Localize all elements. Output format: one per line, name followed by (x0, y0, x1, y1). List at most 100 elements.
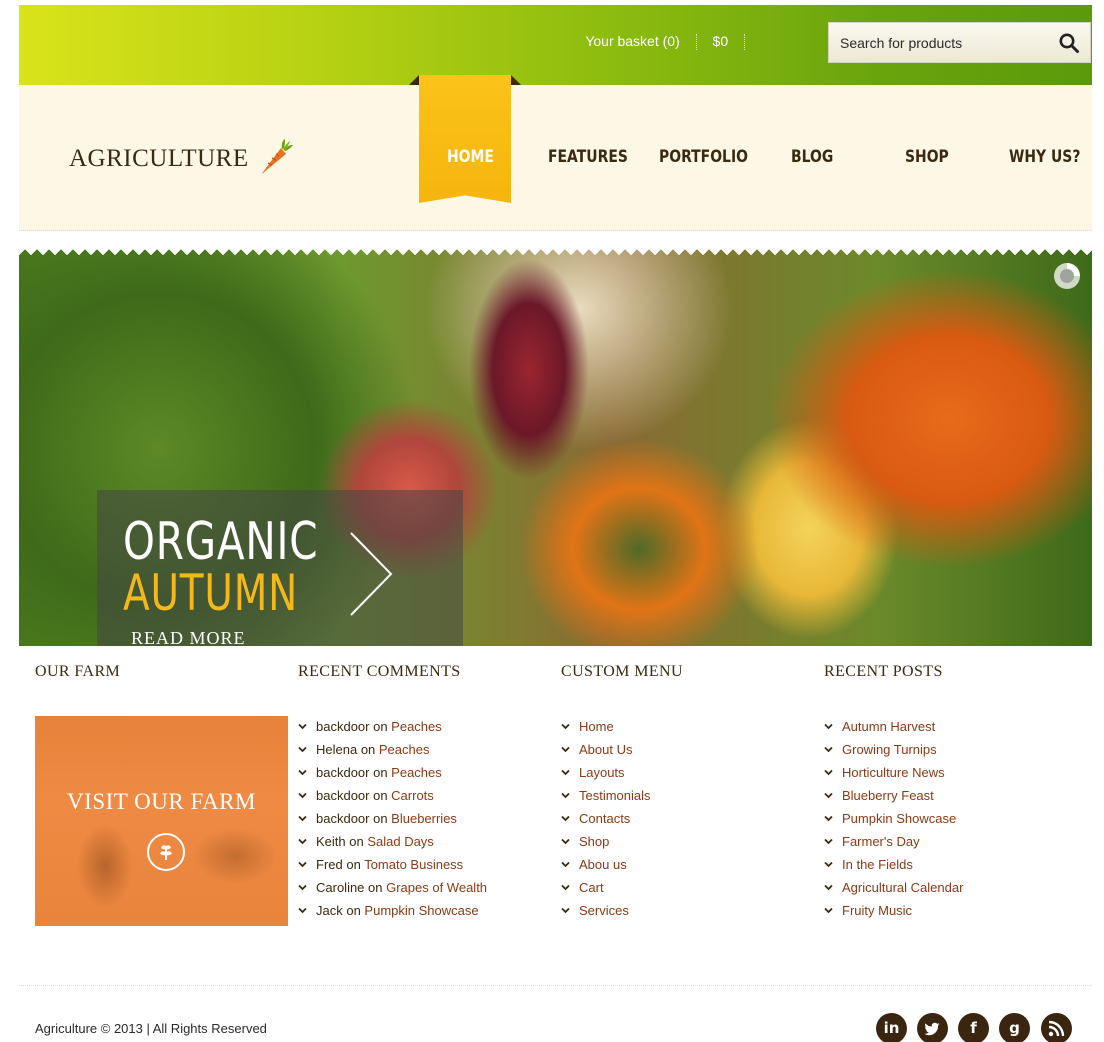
chevron-down-icon (298, 831, 307, 845)
chevron-down-icon (561, 762, 570, 776)
menu-link[interactable]: Home (579, 719, 614, 734)
comment-author: backdoor (316, 719, 370, 734)
menu-link[interactable]: Shop (579, 834, 609, 849)
comment-post-link[interactable]: Pumpkin Showcase (364, 903, 478, 918)
post-item: Pumpkin Showcase (824, 808, 963, 831)
comment-post-link[interactable]: Grapes of Wealth (386, 880, 487, 895)
comment-item: Helena on Peaches (298, 739, 487, 762)
slide-caption: ORGANIC AUTUMN READ MORE (97, 490, 463, 646)
linkedin-icon[interactable]: in (876, 1013, 907, 1042)
post-item: Growing Turnips (824, 739, 963, 762)
comment-on-text: on (345, 834, 368, 849)
comment-item: backdoor on Carrots (298, 785, 487, 808)
menu-link[interactable]: About Us (579, 742, 632, 757)
comment-item: Keith on Salad Days (298, 831, 487, 854)
comment-author: Helena (316, 742, 358, 757)
post-link[interactable]: Growing Turnips (842, 742, 937, 757)
carrot-icon (262, 139, 294, 174)
comment-post-link[interactable]: Peaches (379, 742, 430, 757)
chevron-down-icon (298, 854, 307, 868)
chevron-down-icon (298, 900, 307, 914)
google-plus-icon[interactable]: g (999, 1013, 1030, 1042)
facebook-icon[interactable]: f (958, 1013, 989, 1042)
menu-item: Shop (561, 831, 651, 854)
comment-post-link[interactable]: Salad Days (367, 834, 433, 849)
chevron-down-icon (298, 877, 307, 891)
comment-author: backdoor (316, 765, 370, 780)
basket-total[interactable]: $0 (713, 33, 729, 49)
post-link[interactable]: Blueberry Feast (842, 788, 934, 803)
menu-item: Home (561, 716, 651, 739)
nav-item-blog[interactable]: BLOG (791, 147, 833, 167)
visit-farm-banner[interactable]: VISIT OUR FARM (35, 716, 288, 926)
active-ribbon (419, 75, 511, 203)
menu-link[interactable]: Contacts (579, 811, 630, 826)
post-item: In the Fields (824, 854, 963, 877)
comment-post-link[interactable]: Peaches (391, 765, 442, 780)
post-item: Agricultural Calendar (824, 877, 963, 900)
site-header: AGRICULTURE HOME FEATURES PORTFOLIO BLOG… (19, 75, 1092, 231)
comment-author: backdoor (316, 788, 370, 803)
chevron-down-icon (824, 831, 833, 845)
comment-on-text: on (342, 857, 365, 872)
hero-slider[interactable]: ORGANIC AUTUMN READ MORE (19, 249, 1092, 646)
search-icon[interactable] (1058, 32, 1080, 54)
chevron-right-icon[interactable] (347, 529, 397, 619)
slide-title-line1: ORGANIC (123, 512, 319, 572)
chevron-down-icon (824, 854, 833, 868)
comment-post-link[interactable]: Blueberries (391, 811, 457, 826)
nav-item-why-us[interactable]: WHY US? (1009, 147, 1080, 167)
comment-on-text: on (357, 742, 379, 757)
chevron-down-icon (824, 785, 833, 799)
read-more-link[interactable]: READ MORE (131, 628, 246, 646)
comment-post-link[interactable]: Carrots (391, 788, 434, 803)
comment-post-link[interactable]: Tomato Business (364, 857, 463, 872)
menu-link[interactable]: Services (579, 903, 629, 918)
chevron-down-icon (561, 831, 570, 845)
basket-divider-right (744, 34, 745, 51)
post-link[interactable]: Agricultural Calendar (842, 880, 963, 895)
search-input[interactable] (829, 23, 1049, 62)
post-link[interactable]: Horticulture News (842, 765, 945, 780)
post-link[interactable]: Farmer's Day (842, 834, 920, 849)
chevron-down-icon (561, 808, 570, 822)
comment-on-text: on (369, 765, 392, 780)
post-link[interactable]: Fruity Music (842, 903, 912, 918)
post-item: Blueberry Feast (824, 785, 963, 808)
comment-item: backdoor on Peaches (298, 762, 487, 785)
comment-post-link[interactable]: Peaches (391, 719, 442, 734)
recent-comments-list: backdoor on Peaches Helena on Peaches back… (298, 716, 487, 923)
menu-link[interactable]: Abou us (579, 857, 627, 872)
post-item: Fruity Music (824, 900, 963, 923)
nav-item-portfolio[interactable]: PORTFOLIO (659, 147, 748, 167)
chevron-down-icon (561, 877, 570, 891)
comment-author: Caroline (316, 880, 365, 895)
visit-farm-label: VISIT OUR FARM (67, 789, 256, 814)
site-logo[interactable]: AGRICULTURE (69, 139, 294, 175)
menu-link[interactable]: Layouts (579, 765, 625, 780)
nav-item-features[interactable]: FEATURES (548, 147, 628, 167)
post-link[interactable]: Pumpkin Showcase (842, 811, 956, 826)
post-link[interactable]: Autumn Harvest (842, 719, 935, 734)
twitter-icon[interactable] (917, 1013, 948, 1042)
menu-item: Testimonials (561, 785, 651, 808)
rss-icon[interactable] (1041, 1013, 1072, 1042)
chevron-down-icon (824, 739, 833, 753)
nav-item-shop[interactable]: SHOP (905, 147, 949, 167)
search-box (828, 22, 1091, 63)
basket-link[interactable]: Your basket (0) (585, 33, 679, 49)
comment-item: backdoor on Peaches (298, 716, 487, 739)
menu-item: About Us (561, 739, 651, 762)
widget-title-recent-comments: RECENT COMMENTS (298, 663, 461, 680)
comment-author: Keith (316, 834, 346, 849)
menu-link[interactable]: Testimonials (579, 788, 651, 803)
post-link[interactable]: In the Fields (842, 857, 913, 872)
comment-on-text: on (369, 788, 392, 803)
menu-link[interactable]: Cart (579, 880, 604, 895)
top-bar: Your basket (0) $0 (19, 5, 1092, 85)
nav-item-home[interactable]: HOME (447, 147, 494, 167)
ribbon-fold-left (409, 75, 419, 85)
hero-zigzag-edge (19, 249, 1092, 258)
comment-on-text: on (364, 880, 387, 895)
copyright-text: Agriculture © 2013 | All Rights Reserved (35, 1021, 267, 1036)
